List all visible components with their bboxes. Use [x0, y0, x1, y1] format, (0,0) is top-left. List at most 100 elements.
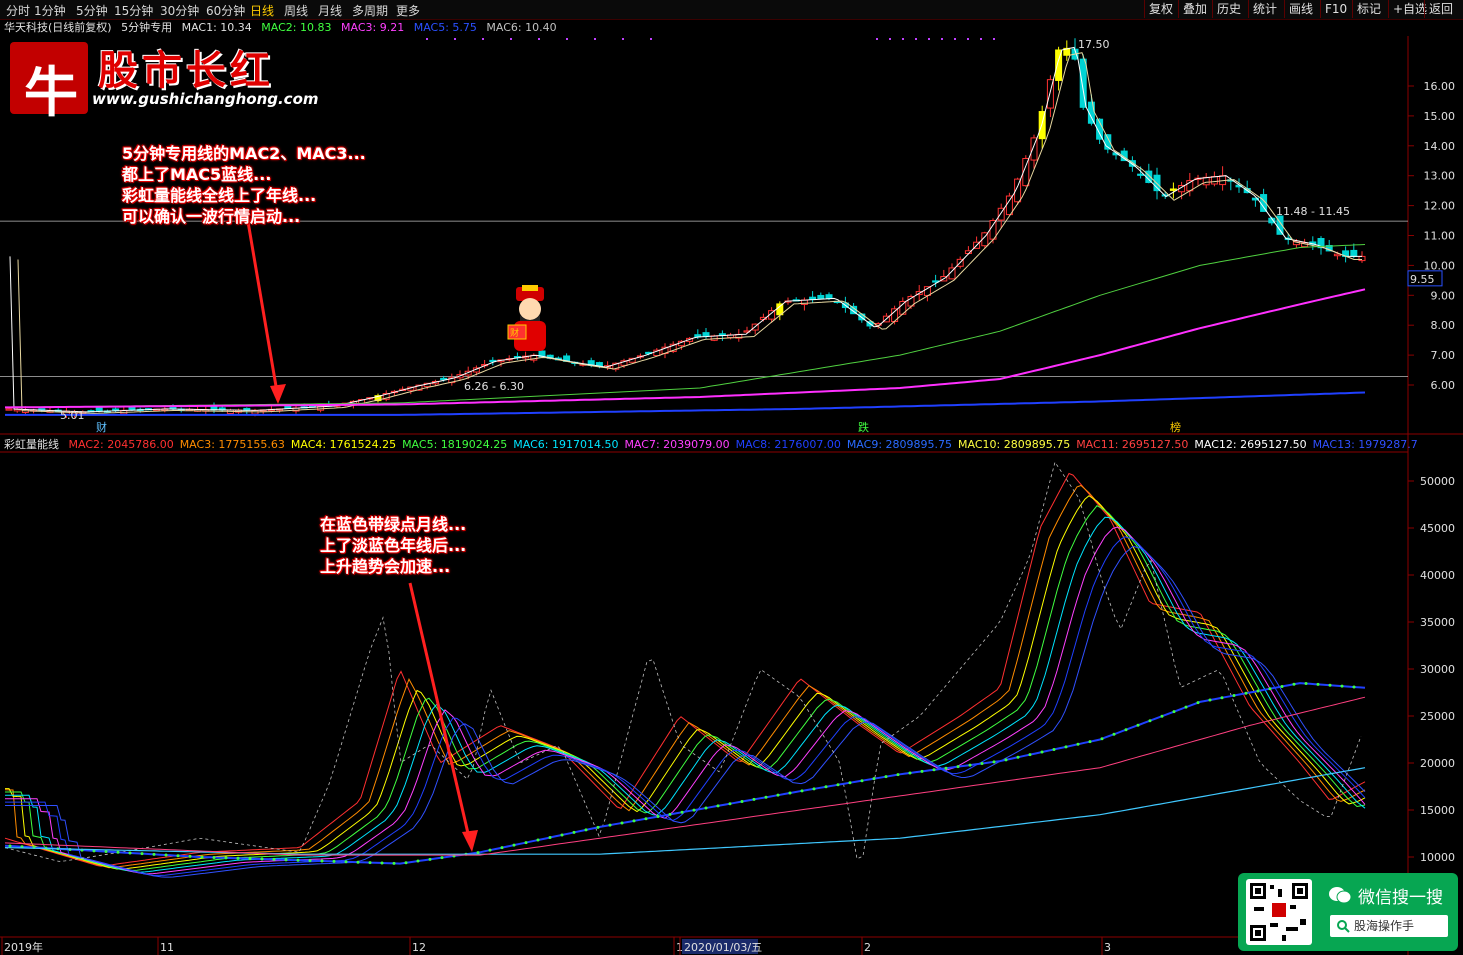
ma-line-green	[5, 244, 1366, 408]
price-tick-label: 7.00	[1431, 349, 1456, 362]
price-annotation: 5.01	[60, 409, 85, 422]
monthly-dot	[404, 861, 408, 865]
monthly-dot	[1292, 682, 1296, 686]
monthly-dot	[692, 808, 696, 812]
monthly-dot	[392, 861, 396, 865]
mac-value-6: MAC6: 1917014.50	[513, 438, 619, 451]
wechat-icon	[1329, 887, 1352, 904]
mac-value-3: MAC3: 1775155.63	[179, 438, 285, 451]
mac-value-9: MAC9: 2809895.75	[846, 438, 952, 451]
logo-char: 牛	[24, 60, 78, 124]
monthly-dot	[344, 860, 348, 864]
signal-dot	[426, 38, 428, 40]
monthly-dot	[944, 766, 948, 770]
wechat-search-text: 股海操作手	[1354, 919, 1415, 933]
monthly-line	[4, 682, 1366, 865]
rainbow-line-2	[5, 495, 1366, 870]
monthly-dot	[716, 804, 720, 808]
mac-value-13: MAC13: 1979287.7	[1312, 438, 1418, 451]
monthly-dot	[1004, 758, 1008, 762]
signal-dot	[980, 38, 982, 40]
signal-dot	[967, 38, 969, 40]
signal-dot	[993, 38, 995, 40]
signal-dot	[482, 38, 484, 40]
monthly-dot	[776, 793, 780, 797]
wechat-search-box[interactable]: 股海操作手	[1330, 915, 1448, 937]
logo-badge: 牛	[10, 42, 88, 124]
candle-body	[776, 303, 784, 316]
monthly-dot	[272, 857, 276, 861]
date-tick-label: 11	[160, 941, 174, 954]
monthly-dot	[524, 841, 528, 845]
monthly-dot	[908, 771, 912, 775]
monthly-dot	[236, 856, 240, 860]
date-tick-label: 12	[412, 941, 426, 954]
monthly-dot	[260, 857, 264, 861]
mac-value-8: MAC8: 2176007.00	[735, 438, 841, 451]
monthly-dot	[308, 859, 312, 863]
monthly-dot	[1088, 740, 1092, 744]
monthly-dot	[584, 828, 588, 832]
monthly-dot	[704, 806, 708, 810]
signal-dot	[915, 38, 917, 40]
signal-dot	[510, 38, 512, 40]
monthly-dot	[980, 761, 984, 765]
monthly-dot	[1172, 710, 1176, 714]
mac1-value: MAC1: 10.34	[181, 21, 252, 34]
monthly-dot	[1196, 701, 1200, 705]
mac2-value: MAC2: 10.83	[261, 21, 332, 34]
mac3-value: MAC3: 9.21	[341, 21, 405, 34]
volume-tick-label: 20000	[1420, 757, 1455, 770]
monthly-dot	[428, 857, 432, 861]
monthly-dot	[560, 833, 564, 837]
caishen-sticker: 财	[504, 285, 556, 355]
event-marker-cai: 财	[96, 420, 107, 434]
monthly-dot	[164, 853, 168, 857]
volume-tick-label: 25000	[1420, 710, 1455, 723]
monthly-dot	[1256, 689, 1260, 693]
monthly-dot	[380, 861, 384, 865]
monthly-dot	[416, 859, 420, 863]
candle-body	[1005, 195, 1013, 216]
monthly-dot	[836, 783, 840, 787]
price-annotation: 11.48 - 11.45	[1276, 205, 1350, 218]
candle-body	[1202, 176, 1210, 186]
wechat-title: 微信搜一搜	[1358, 888, 1443, 908]
candle-body	[1210, 176, 1218, 185]
indicator-name[interactable]: 5分钟专用	[121, 21, 172, 34]
callout-top: 5分钟专用线的MAC2、MAC3... 都上了MAC5蓝线... 彩虹量能线全线…	[122, 143, 366, 227]
monthly-dot	[920, 769, 924, 773]
monthly-dot	[680, 810, 684, 814]
monthly-dot	[824, 785, 828, 789]
date-tick-label: 2019年	[4, 940, 43, 954]
monthly-dot	[1220, 696, 1224, 700]
monthly-dot	[740, 800, 744, 804]
monthly-dot	[116, 850, 120, 854]
stock-name: 华天科技(日线前复权)	[4, 21, 112, 34]
volume-indicator-name[interactable]: 彩虹量能线	[4, 438, 59, 451]
monthly-dot	[764, 795, 768, 799]
monthly-dot	[1040, 750, 1044, 754]
signal-dot	[889, 38, 891, 40]
arrow-head	[462, 830, 478, 852]
monthly-dot	[440, 856, 444, 860]
monthly-dot	[176, 854, 180, 858]
monthly-dot	[1028, 753, 1032, 757]
monthly-dot	[8, 844, 12, 848]
date-tick-label: 2	[864, 941, 871, 954]
raw-volume-line	[4, 461, 1362, 862]
candle-body	[825, 294, 833, 300]
monthly-dot	[1328, 683, 1332, 687]
mac-value-11: MAC11: 2695127.50	[1076, 438, 1189, 451]
volume-indicator-line: 彩虹量能线 MAC2: 2045786.00 MAC3: 1775155.63 MA…	[4, 437, 1424, 453]
signal-dot	[954, 38, 956, 40]
monthly-dot	[1076, 742, 1080, 746]
signal-dot	[928, 38, 930, 40]
signal-dot	[876, 38, 878, 40]
monthly-dot	[800, 789, 804, 793]
caishen-icon: 财	[507, 285, 546, 351]
monthly-dot	[140, 852, 144, 856]
price-tick-label: 14.00	[1424, 140, 1456, 153]
monthly-dot	[212, 855, 216, 859]
signal-dot	[566, 38, 568, 40]
